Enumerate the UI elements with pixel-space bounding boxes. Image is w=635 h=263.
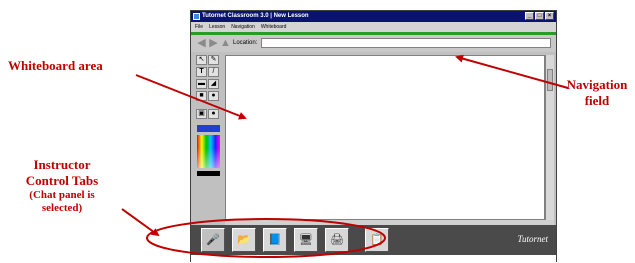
fill-bucket-icon[interactable]: ◢ [208,79,219,89]
back-arrow-icon[interactable]: ◀ [196,38,207,49]
line-tool-icon[interactable]: / [208,67,219,77]
rectangle-tool-icon[interactable]: ■ [196,91,207,101]
location-label: Location: [233,40,258,46]
window-controls: _ □ × [525,12,554,20]
tab-clipboard[interactable]: 📋 [365,228,389,252]
annotation-tabs-line4: selected) [41,202,83,214]
select-arrow-icon[interactable]: ↖ [196,55,207,65]
brand-logo: Tutornet [517,234,548,244]
menu-navigation[interactable]: Navigation [231,22,255,32]
circle-fill-icon[interactable]: ● [208,109,219,119]
instructor-tab-bar: 🎤 📂 📘 🖥 🖨 📋 Tutornet [191,225,556,255]
line-width-selector[interactable] [197,171,220,176]
home-icon[interactable]: ▲ [220,38,231,49]
eraser-icon[interactable]: ▬ [196,79,207,89]
menu-lesson[interactable]: Lesson [209,22,225,32]
tab-chat[interactable]: 🎤 [201,228,225,252]
annotation-whiteboard: Whiteboard area [8,58,103,73]
drawing-toolbar: ↖ ✎ T / ▬ ◢ ■ ● ▣ ● [194,55,222,220]
text-tool-icon[interactable]: T [196,67,207,77]
title-bar: Tutornet Classroom 3.0 | New Lesson _ □ … [191,11,556,22]
menu-bar: File Lesson Navigation Whiteboard [191,22,556,32]
maximize-button[interactable]: □ [535,12,544,20]
annotation-tabs-line3: (Chat panel is [29,189,95,201]
annotation-navigation-line2: field [584,93,610,108]
vertical-scrollbar[interactable] [545,55,554,220]
color-palette[interactable] [197,135,220,168]
location-field[interactable] [261,38,551,48]
minimize-button[interactable]: _ [525,12,534,20]
annotation-navigation: Navigation field [563,77,631,109]
app-icon [193,13,200,20]
ellipse-tool-icon[interactable]: ● [208,91,219,101]
tab-presentation[interactable]: 🖥 [294,228,318,252]
tab-files[interactable]: 📂 [232,228,256,252]
whiteboard-canvas[interactable] [225,55,545,220]
navigation-bar: ◀ ▶ ▲ Location: [191,35,556,52]
annotation-tabs-line2: Control Tabs [25,173,99,188]
window-title: Tutornet Classroom 3.0 | New Lesson [202,13,309,19]
current-color-swatch[interactable] [197,125,220,132]
menu-file[interactable]: File [195,22,203,32]
tab-browser[interactable]: 📘 [263,228,287,252]
pencil-icon[interactable]: ✎ [208,55,219,65]
annotation-navigation-line1: Navigation [566,77,628,92]
close-button[interactable]: × [545,12,554,20]
annotation-tabs: Instructor Control Tabs (Chat panel is s… [2,157,122,215]
annotation-tabs-line1: Instructor [33,157,91,172]
forward-arrow-icon[interactable]: ▶ [208,38,219,49]
menu-whiteboard[interactable]: Whiteboard [261,22,287,32]
image-tool-icon[interactable]: ▣ [196,109,207,119]
tabs-arrow [121,208,160,237]
tab-print[interactable]: 🖨 [325,228,349,252]
tutornet-window: Tutornet Classroom 3.0 | New Lesson _ □ … [190,10,557,263]
scrollbar-thumb[interactable] [547,69,553,91]
